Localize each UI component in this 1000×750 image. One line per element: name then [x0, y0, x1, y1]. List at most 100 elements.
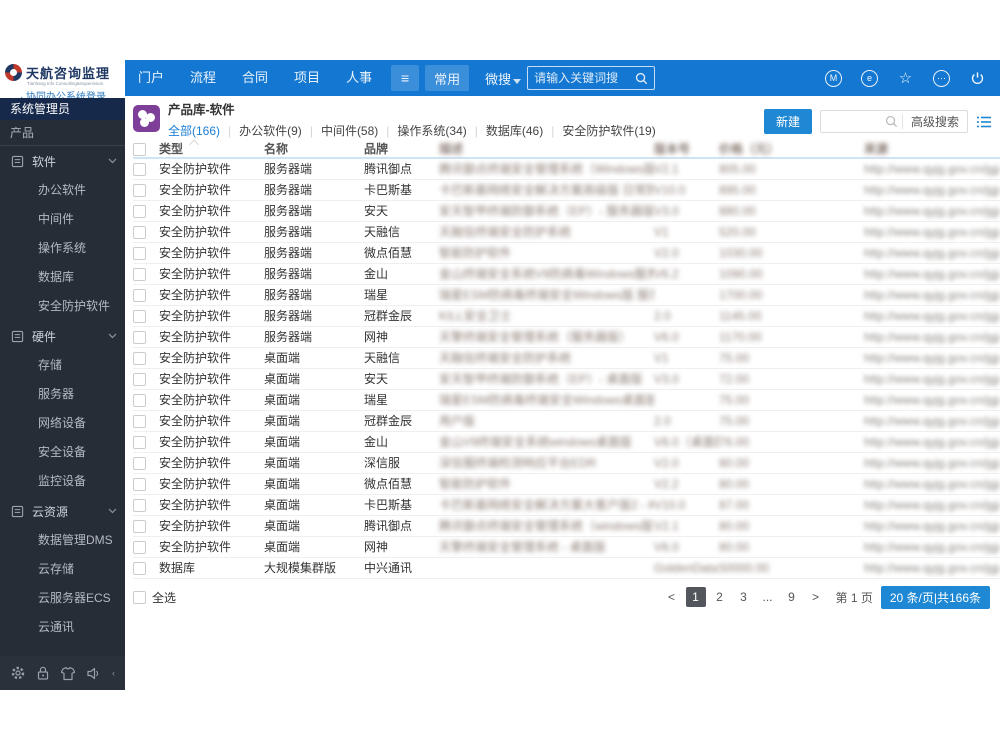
table-row[interactable]: 安全防护软件 桌面端 网神 天擎终端安全管理系统 - 桌面版 V6.0 80.00 http… — [133, 536, 1000, 558]
search-icon[interactable] — [885, 115, 898, 128]
sidebar-item-监控设备[interactable]: 监控设备 — [0, 467, 125, 496]
sidebar-section-product[interactable]: 产品 — [0, 120, 125, 146]
tab-1[interactable]: 全部(166) — [168, 122, 220, 139]
table-row[interactable]: 安全防护软件 服务器端 天融信 天融信终端安全防护系统 V1 520.00 http://w… — [133, 221, 1000, 243]
row-checkbox[interactable] — [133, 330, 146, 344]
nav-item-2[interactable]: 流程 — [177, 60, 229, 96]
sidebar-group-2[interactable]: 硬件 — [0, 321, 125, 351]
table-row[interactable]: 安全防护软件服务器端金山金山终端安全系统V9防病毒Windows服务器版V6.2… — [133, 263, 1000, 285]
table-row[interactable]: 安全防护软件桌面端腾讯御点腾讯御点终端安全管理系统（windows版）V2.1V… — [133, 515, 1000, 537]
nav-hamburger-button[interactable]: ≡ — [391, 65, 420, 91]
table-row[interactable]: 安全防护软件 桌面端 卡巴斯基 卡巴斯基网络安全解决方案大客户版2 - KES V10.… — [133, 494, 1000, 516]
page-button-1[interactable]: 1 — [685, 587, 706, 607]
shirt-theme-icon[interactable] — [60, 666, 76, 681]
table-row[interactable]: 安全防护软件 桌面端 瑞星 瑞星ESM防病毒终端安全Windows桌面版 75.00 ht… — [133, 389, 1000, 411]
sidebar-item-云通讯[interactable]: 云通讯 — [0, 613, 125, 642]
table-row[interactable]: 安全防护软件 服务器端 网神 天擎终端安全管理系统（服务器版） V6.0 1170.00 h… — [133, 326, 1000, 348]
table-row[interactable]: 数据库大规模集群版中兴通讯 GoldenData s...50000.00http… — [133, 557, 1000, 579]
power-logout-icon[interactable] — [969, 70, 986, 87]
sidebar-item-服务器[interactable]: 服务器 — [0, 380, 125, 409]
prev-page-button[interactable]: < — [662, 587, 682, 607]
row-checkbox[interactable] — [133, 372, 146, 386]
gear-icon[interactable] — [10, 665, 26, 681]
speaker-icon[interactable] — [86, 666, 102, 681]
table-row[interactable]: 安全防护软件 服务器端 腾讯御点 腾讯御点终端安全管理系统（Windows版） V2.1… — [133, 158, 1000, 180]
column-header-6[interactable]: 价格（元） — [719, 140, 864, 159]
row-checkbox[interactable] — [133, 519, 146, 533]
page-size-summary[interactable]: 20 条/页|共166条 — [880, 585, 990, 609]
row-checkbox[interactable] — [133, 435, 146, 449]
table-row[interactable]: 安全防护软件 服务器端 瑞星 瑞星ESM防病毒终端安全Windows版 服务器 1700… — [133, 284, 1000, 306]
sidebar-item-办公软件[interactable]: 办公软件 — [0, 176, 125, 205]
select-all[interactable]: 全选 — [133, 589, 176, 606]
sidebar-item-中间件[interactable]: 中间件 — [0, 205, 125, 234]
nav-item-pinned[interactable]: 常用 — [425, 65, 470, 91]
sidebar-item-存储[interactable]: 存储 — [0, 351, 125, 380]
page-button-2[interactable]: 2 — [710, 587, 730, 607]
sidebar-item-云存储[interactable]: 云存储 — [0, 555, 125, 584]
lock-icon[interactable] — [36, 665, 50, 681]
column-header-1[interactable]: 类型 — [159, 140, 264, 159]
sidebar-item-网络设备[interactable]: 网络设备 — [0, 409, 125, 438]
nav-item-3[interactable]: 合同 — [229, 60, 281, 96]
page-button-9[interactable]: 9 — [782, 587, 802, 607]
tab-3[interactable]: 中间件(58) — [321, 122, 378, 139]
row-checkbox[interactable] — [133, 225, 146, 239]
row-checkbox[interactable] — [133, 246, 146, 260]
advanced-search-link[interactable]: 高级搜索 — [903, 113, 967, 130]
sidebar-item-数据库[interactable]: 数据库 — [0, 263, 125, 292]
row-checkbox[interactable] — [133, 456, 146, 470]
row-checkbox[interactable] — [133, 561, 146, 575]
table-row[interactable]: 安全防护软件 桌面端 天融信 天融信终端安全防护系统 V1 75.00 http://www… — [133, 347, 1000, 369]
row-checkbox[interactable] — [133, 162, 146, 176]
new-button[interactable]: 新建 — [763, 109, 812, 134]
select-all-checkbox[interactable] — [133, 590, 146, 604]
table-row[interactable]: 安全防护软件 桌面端 微点佰慧 智能防护软件 V2.2 80.00 http://www.q… — [133, 473, 1000, 495]
sidebar-item-数据管理DMS[interactable]: 数据管理DMS — [0, 526, 125, 555]
m-badge-icon[interactable]: M — [825, 69, 842, 87]
table-row[interactable]: 安全防护软件 服务器端 安天 安天智甲终端防御系统（EP）- 服务器版 V3.0 880.… — [133, 200, 1000, 222]
page-ellipsis[interactable]: ... — [758, 587, 778, 607]
e-badge-icon[interactable]: e — [861, 69, 878, 87]
table-row[interactable]: 安全防护软件 桌面端 冠群金辰 用户版 2.0 75.00 http://www.qyjg.… — [133, 410, 1000, 432]
table-row[interactable]: 安全防护软件 桌面端 安天 安天智甲终端防御系统（EP）- 桌面版 V3.0 72.00 h… — [133, 368, 1000, 390]
column-header-3[interactable]: 品牌 — [364, 140, 439, 159]
more-ellipsis-icon[interactable]: ⋯ — [933, 69, 950, 87]
search-icon[interactable] — [635, 72, 648, 85]
tab-2[interactable]: 办公软件(9) — [239, 122, 302, 139]
sidebar-item-安全防护软件[interactable]: 安全防护软件 — [0, 292, 125, 321]
table-row[interactable]: 安全防护软件 服务器端 冠群金辰 KILL安全卫士 2.0 1145.00 http://w… — [133, 305, 1000, 327]
row-checkbox[interactable] — [133, 183, 146, 197]
sidebar-collapse-icon[interactable]: ‹ — [112, 668, 115, 678]
row-checkbox[interactable] — [133, 204, 146, 218]
sidebar-item-云服务器ECS[interactable]: 云服务器ECS — [0, 584, 125, 613]
page-button-3[interactable]: 3 — [734, 587, 754, 607]
table-row[interactable]: 安全防护软件 服务器端 卡巴斯基 卡巴斯基网络安全解决方案高级版 日常防护 V10.0 8… — [133, 179, 1000, 201]
row-checkbox[interactable] — [133, 498, 146, 512]
tab-6[interactable]: 安全防护软件(19) — [562, 122, 655, 139]
favorites-star-icon[interactable]: ☆ — [897, 70, 914, 87]
row-checkbox[interactable] — [133, 540, 146, 554]
tab-4[interactable]: 操作系统(34) — [397, 122, 466, 139]
row-checkbox[interactable] — [133, 351, 146, 365]
sidebar-item-操作系统[interactable]: 操作系统 — [0, 234, 125, 263]
row-checkbox[interactable] — [133, 309, 146, 323]
nav-item-4[interactable]: 项目 — [281, 60, 333, 96]
row-checkbox[interactable] — [133, 414, 146, 428]
page-jump[interactable]: 第 1 页 — [836, 589, 873, 606]
list-view-icon[interactable] — [976, 115, 992, 129]
row-checkbox[interactable] — [133, 288, 146, 302]
table-row[interactable]: 安全防护软件桌面端金山金山V9终端安全系统windows桌面版V8.0（桌面版）… — [133, 431, 1000, 453]
sidebar-group-1[interactable]: 软件 — [0, 146, 125, 176]
search-input[interactable] — [534, 71, 636, 85]
column-header-7[interactable]: 来源 — [864, 140, 1000, 159]
sidebar-group-3[interactable]: 云资源 — [0, 496, 125, 526]
table-row[interactable]: 安全防护软件 桌面端 深信服 深信服终端检测响应平台EDR V2.0 80.00 http:… — [133, 452, 1000, 474]
sidebar-item-安全设备[interactable]: 安全设备 — [0, 438, 125, 467]
column-header-5[interactable]: 版本号 — [654, 140, 719, 159]
column-header-2[interactable]: 名称 — [264, 140, 364, 159]
filter-input[interactable] — [820, 114, 885, 129]
next-page-button[interactable]: > — [806, 587, 826, 607]
nav-item-5[interactable]: 人事 — [333, 60, 385, 96]
row-checkbox[interactable] — [133, 477, 146, 491]
